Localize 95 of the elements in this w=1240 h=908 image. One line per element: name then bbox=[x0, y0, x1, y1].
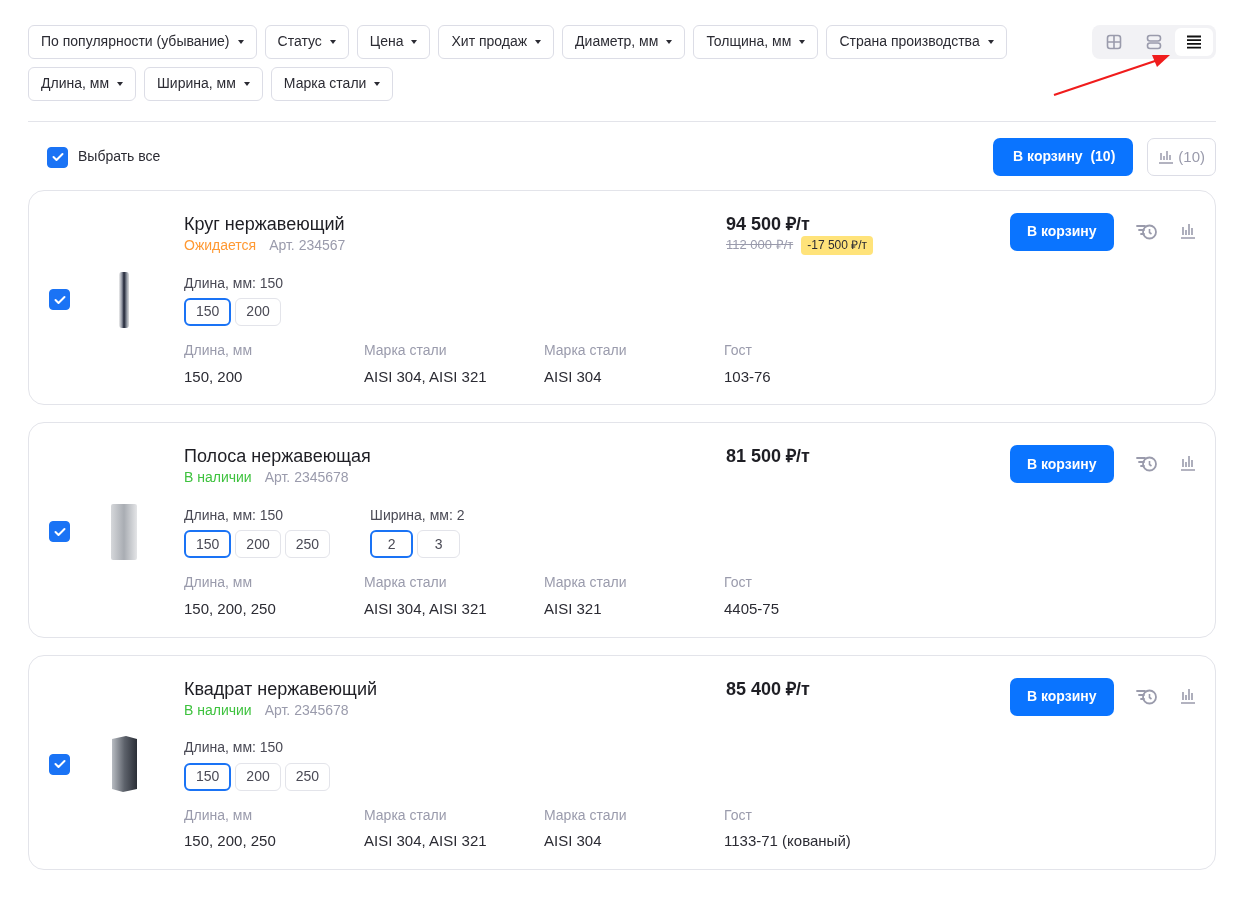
option-chip[interactable]: 250 bbox=[284, 762, 331, 791]
spec-value: 150, 200, 250 bbox=[184, 832, 277, 851]
price: 85 400 ₽/т bbox=[726, 677, 811, 700]
stock-status: В наличии bbox=[184, 701, 252, 719]
stock-status: Ожидается bbox=[184, 237, 257, 255]
spec-label: Гост bbox=[724, 806, 753, 824]
spec-value: AISI 304, AISI 321 bbox=[364, 832, 488, 851]
product-image bbox=[110, 502, 138, 561]
compare-button[interactable] bbox=[1179, 223, 1196, 239]
clock-icon bbox=[1135, 223, 1158, 241]
product-name: Квадрат нержавеющий bbox=[184, 677, 379, 700]
option-label: Длина, мм: 150 bbox=[184, 506, 285, 525]
price: 94 500 ₽/т bbox=[726, 213, 811, 236]
option-chip[interactable]: 150 bbox=[184, 298, 232, 326]
add-to-cart-button[interactable]: В корзину (10) bbox=[993, 138, 1134, 176]
product-checkbox[interactable] bbox=[49, 521, 70, 543]
history-button[interactable] bbox=[1135, 223, 1158, 241]
spec-value: AISI 304 bbox=[544, 367, 603, 387]
article-number: Арт. 2345678 bbox=[264, 701, 349, 719]
product-name: Полоса нержавеющая bbox=[184, 445, 372, 468]
bar-chart-icon bbox=[1158, 150, 1175, 164]
spec-label: Гост bbox=[724, 342, 753, 360]
option-chip[interactable]: 2 bbox=[370, 530, 414, 559]
spec-value: AISI 304, AISI 321 bbox=[364, 599, 488, 619]
filter-dropdown[interactable]: Цена bbox=[356, 25, 431, 59]
spec-value: 150, 200, 250 bbox=[184, 599, 277, 619]
spec-value: 150, 200 bbox=[184, 367, 244, 387]
option-label: Длина, мм: 150 bbox=[184, 739, 285, 757]
compare-button[interactable] bbox=[1179, 455, 1196, 472]
spec-value: AISI 321 bbox=[544, 599, 603, 619]
list-icon bbox=[1186, 34, 1202, 50]
clock-icon bbox=[1135, 455, 1158, 474]
spec-label: Длина, мм bbox=[184, 806, 254, 824]
discount-tag: -17 500 ₽/т bbox=[801, 235, 874, 255]
spec-label: Длина, мм bbox=[184, 342, 254, 360]
spec-label: Длина, мм bbox=[184, 574, 254, 592]
spec-label: Марка стали bbox=[544, 342, 628, 360]
option-label: Длина, мм: 150 bbox=[184, 274, 284, 292]
history-button[interactable] bbox=[1135, 455, 1158, 474]
filter-dropdown[interactable]: Марка стали bbox=[270, 67, 394, 101]
filter-dropdown[interactable]: Хит продаж bbox=[438, 25, 555, 59]
filter-dropdown[interactable]: Страна производства bbox=[826, 25, 1007, 59]
history-button[interactable] bbox=[1135, 687, 1158, 706]
check-icon bbox=[53, 759, 66, 770]
stock-status: В наличии bbox=[184, 469, 252, 487]
check-icon bbox=[53, 526, 66, 537]
filter-dropdown[interactable]: Ширина, мм bbox=[144, 67, 263, 101]
rows-icon bbox=[1146, 34, 1162, 50]
filter-dropdown[interactable]: Толщина, мм bbox=[693, 25, 819, 59]
spec-label: Марка стали bbox=[364, 806, 448, 824]
filter-dropdown[interactable]: Статус bbox=[264, 25, 349, 59]
spec-label: Марка стали bbox=[364, 574, 448, 592]
spec-label: Марка стали bbox=[544, 806, 628, 824]
select-all-label: Выбрать все bbox=[78, 148, 161, 166]
article-number: Арт. 234567 bbox=[269, 237, 346, 255]
check-icon bbox=[53, 294, 66, 305]
filter-dropdown[interactable]: Диаметр, мм bbox=[562, 25, 686, 59]
spec-label: Гост bbox=[724, 574, 753, 592]
spec-value: 1133-71 (кованый) bbox=[724, 832, 852, 851]
bar-chart-icon bbox=[1179, 223, 1196, 239]
spec-value: 4405-75 bbox=[724, 599, 781, 619]
bar-chart-icon bbox=[1179, 455, 1196, 472]
spec-value: AISI 304 bbox=[544, 832, 603, 851]
clock-icon bbox=[1135, 687, 1158, 706]
spec-value: AISI 304, AISI 321 bbox=[364, 367, 488, 387]
option-chip[interactable]: 3 bbox=[417, 530, 461, 559]
add-to-cart-button[interactable]: В корзину bbox=[1010, 213, 1114, 251]
product-image bbox=[109, 735, 139, 794]
old-price: 112 000 ₽/т bbox=[726, 236, 794, 254]
filter-dropdown[interactable]: По популярности (убывание) bbox=[28, 25, 257, 59]
compare-button[interactable] bbox=[1179, 687, 1196, 704]
add-to-cart-button[interactable]: В корзину bbox=[1010, 445, 1114, 484]
add-to-cart-button[interactable]: В корзину bbox=[1010, 677, 1114, 716]
spec-value: 103-76 bbox=[724, 367, 772, 387]
check-icon bbox=[51, 152, 64, 162]
option-chip[interactable]: 200 bbox=[235, 530, 281, 559]
select-all-checkbox[interactable] bbox=[47, 146, 68, 168]
price: 81 500 ₽/т bbox=[726, 445, 811, 468]
grid-icon bbox=[1106, 34, 1122, 50]
view-list-button[interactable] bbox=[1175, 28, 1213, 56]
bar-chart-icon bbox=[1179, 687, 1196, 704]
filter-dropdown[interactable]: Длина, мм bbox=[28, 67, 137, 101]
option-chip[interactable]: 200 bbox=[235, 762, 281, 791]
option-chip[interactable]: 250 bbox=[284, 530, 331, 559]
spec-label: Марка стали bbox=[364, 342, 448, 360]
product-checkbox[interactable] bbox=[49, 289, 70, 311]
option-chip[interactable]: 150 bbox=[184, 762, 232, 791]
product-image bbox=[118, 270, 130, 329]
option-label: Ширина, мм: 2 bbox=[370, 506, 465, 525]
product-checkbox[interactable] bbox=[49, 753, 70, 775]
option-chip[interactable]: 150 bbox=[184, 530, 232, 559]
product-name: Круг нержавеющий bbox=[184, 213, 346, 235]
spec-label: Марка стали bbox=[544, 574, 628, 592]
option-chip[interactable]: 200 bbox=[235, 298, 281, 326]
article-number: Арт. 2345678 bbox=[264, 469, 349, 487]
